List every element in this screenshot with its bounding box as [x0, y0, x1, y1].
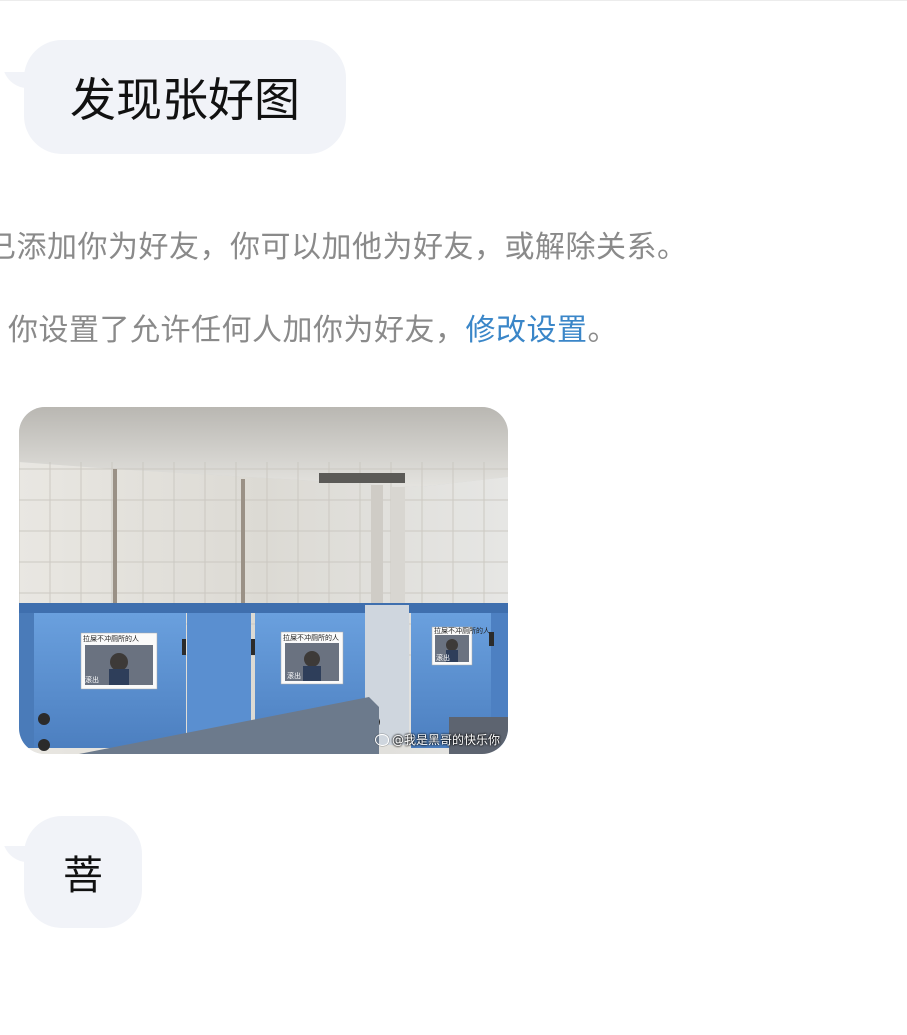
- watermark-text: @我是黑哥的快乐你: [391, 733, 500, 747]
- poster-caption: 滚出: [85, 675, 99, 684]
- chat-image-message[interactable]: 拉屎不冲厕所的人 滚出 拉屎不冲厕所的人 滚出 拉屎不冲厕所的人 滚出 @我是黑哥的快乐你: [19, 407, 508, 754]
- top-divider: [0, 0, 907, 1]
- message-text: 发现张好图: [70, 73, 300, 127]
- image-watermark: @我是黑哥的快乐你: [374, 731, 500, 748]
- notice-suffix: 。: [587, 313, 618, 348]
- chat-bubble-message[interactable]: 发现张好图: [24, 40, 346, 154]
- system-notice-friend-added: 已添加你为好友，你可以加他为好友，或解除关系。: [0, 222, 688, 266]
- notice-text: 你设置了允许任何人加你为好友，: [8, 313, 466, 348]
- poster-caption: 拉屎不冲厕所的人: [434, 626, 490, 635]
- message-text: 菩: [63, 853, 103, 899]
- poster-caption: 拉屎不冲厕所的人: [83, 634, 139, 643]
- poster-caption: 滚出: [287, 671, 301, 680]
- system-notice-settings: 你设置了允许任何人加你为好友，修改设置。: [8, 305, 618, 349]
- restroom-photo: 拉屎不冲厕所的人滚出拉屎不冲厕所的人滚出拉屎不冲厕所的人滚出: [19, 407, 508, 754]
- poster-caption: 拉屎不冲厕所的人: [283, 633, 339, 642]
- chat-screen: 发现张好图 已添加你为好友，你可以加他为好友，或解除关系。 你设置了允许任何人加…: [0, 0, 907, 1035]
- poster-caption: 滚出: [436, 653, 450, 662]
- chat-bubble-message[interactable]: 菩: [24, 816, 142, 928]
- modify-settings-link[interactable]: 修改设置: [466, 313, 588, 348]
- notice-text: 已添加你为好友，你可以加他为好友，或解除关系。: [0, 230, 688, 265]
- weibo-icon: [374, 733, 389, 746]
